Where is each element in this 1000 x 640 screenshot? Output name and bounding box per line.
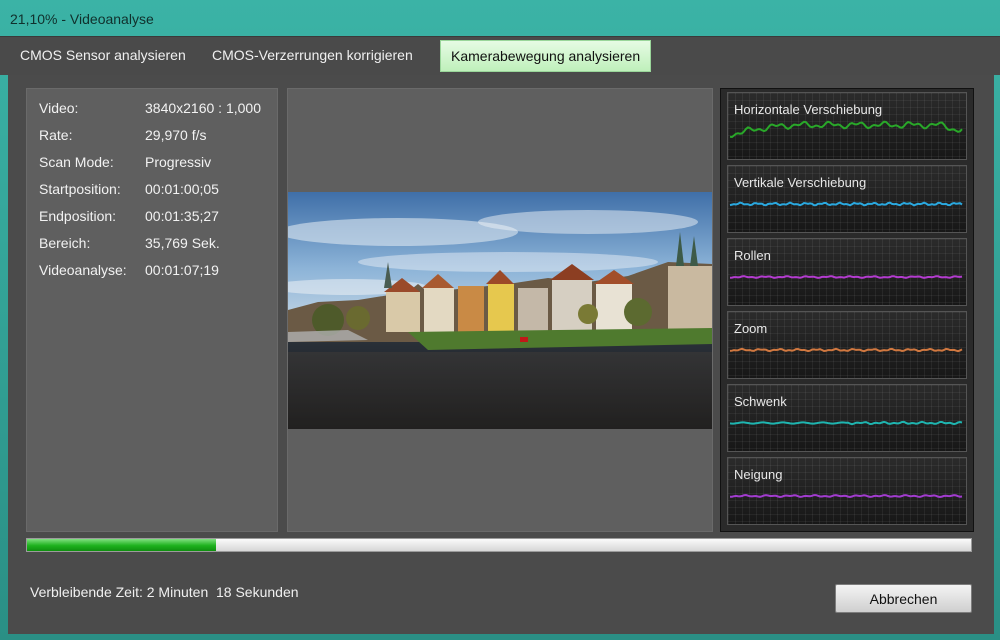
info-value: 35,769 Sek. xyxy=(145,235,220,251)
graph-tilt: Neigung xyxy=(727,457,967,525)
graph-zoom: Zoom xyxy=(727,311,967,379)
info-value: Progressiv xyxy=(145,154,212,170)
tab-camera-motion[interactable]: Kamerabewegung analysieren xyxy=(440,40,652,72)
info-label: Startposition: xyxy=(39,181,121,197)
tab-cmos-distortion[interactable]: CMOS-Verzerrungen korrigieren xyxy=(202,40,423,70)
info-value: 00:01:35;27 xyxy=(145,208,219,224)
graph-zoom-line xyxy=(729,347,963,353)
graph-horizontal-shift: Horizontale Verschiebung xyxy=(727,92,967,160)
video-info-panel: Video: 3840x2160 : 1,000 Rate: 29,970 f/… xyxy=(26,88,278,532)
graph-roll: Rollen xyxy=(727,238,967,306)
video-preview-panel xyxy=(287,88,713,532)
info-label: Scan Mode: xyxy=(39,154,114,170)
cancel-button[interactable]: Abbrechen xyxy=(835,584,972,613)
info-value: 29,970 f/s xyxy=(145,127,207,143)
graph-pan: Schwenk xyxy=(727,384,967,452)
graph-horizontal-shift-line xyxy=(729,120,963,139)
graph-tilt-line xyxy=(730,493,963,499)
analysis-progress-bar xyxy=(26,538,972,552)
title-bar[interactable]: 21,10% - Videoanalyse xyxy=(0,0,1000,36)
remaining-time-text: Verbleibende Zeit: 2 Minuten 18 Sekunden xyxy=(30,584,299,600)
video-frame-image xyxy=(288,192,712,429)
dialog-window: 21,10% - Videoanalyse CMOS Sensor analys… xyxy=(0,0,1000,640)
info-value: 3840x2160 : 1,000 xyxy=(145,100,261,116)
tab-strip: CMOS Sensor analysieren CMOS-Verzerrunge… xyxy=(0,36,1000,75)
progress-fill xyxy=(27,539,216,551)
info-value: 00:01:00;05 xyxy=(145,181,219,197)
info-label: Rate: xyxy=(39,127,73,143)
graph-vertical-shift-line xyxy=(729,201,963,207)
info-label: Endposition: xyxy=(39,208,117,224)
graph-vertical-shift: Vertikale Verschiebung xyxy=(727,165,967,233)
info-value: 00:01:07;19 xyxy=(145,262,219,278)
graph-pan-line xyxy=(729,420,963,426)
tab-cmos-sensor[interactable]: CMOS Sensor analysieren xyxy=(10,40,196,70)
graph-roll-line xyxy=(729,275,963,279)
info-label: Video: xyxy=(39,100,79,116)
info-label: Videoanalyse: xyxy=(39,262,127,278)
info-label: Bereich: xyxy=(39,235,91,251)
window-title: 21,10% - Videoanalyse xyxy=(10,11,154,27)
motion-graphs-panel: Horizontale Verschiebung Vertikale Versc… xyxy=(720,88,974,532)
